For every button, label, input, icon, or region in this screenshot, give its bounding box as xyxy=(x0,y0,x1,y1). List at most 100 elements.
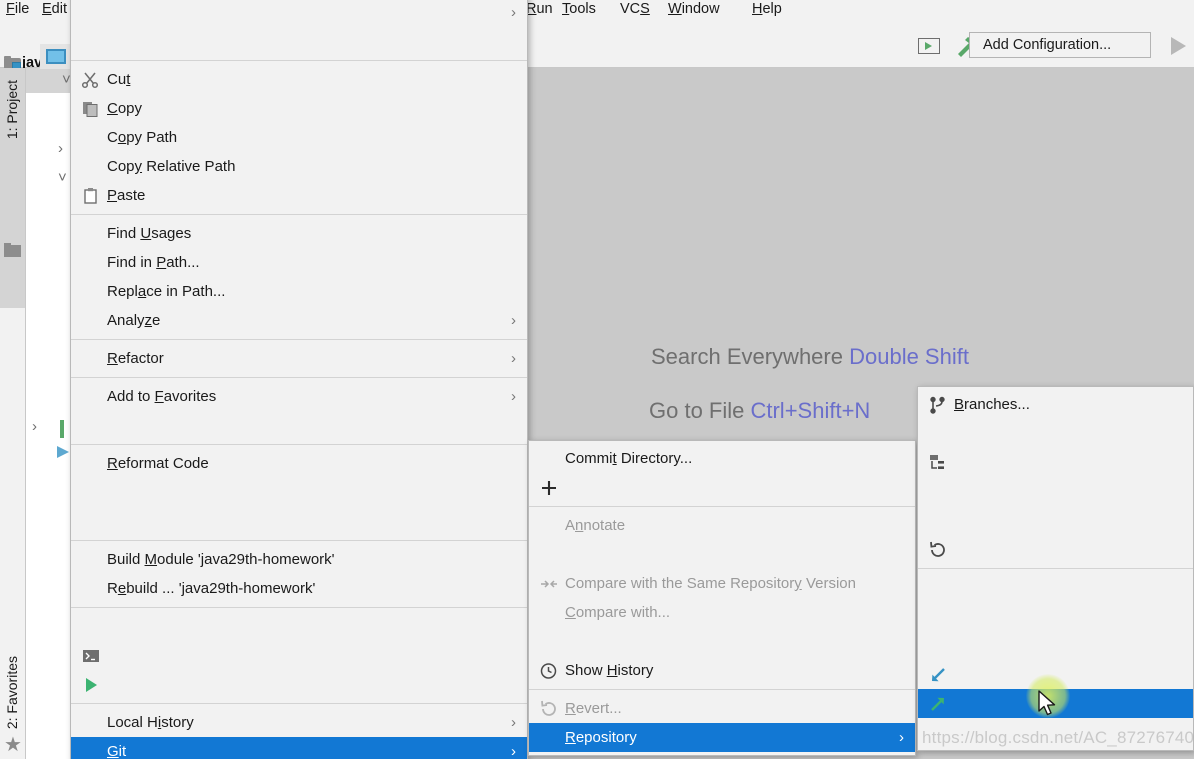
menu-item-rebuild-java29th-homework[interactable]: Rebuild ... 'java29th-homework' xyxy=(71,574,527,603)
menu-item-label: Analyze xyxy=(107,312,161,329)
menu-item-label: Add to Favorites xyxy=(107,388,217,405)
menu-item-find-usages[interactable]: Find Usages xyxy=(71,219,527,248)
menu-item-replace-in-path[interactable]: Replace in Path... xyxy=(71,277,527,306)
menu-item-compare-with: Compare with... xyxy=(529,598,915,627)
hint-search-everywhere-text: Search Everywhere xyxy=(651,344,850,369)
menu-item-label: Find in Path... xyxy=(107,254,200,271)
menu-item-revert: Revert... xyxy=(529,694,915,723)
menubar-item-run[interactable]: Run xyxy=(526,1,553,17)
add-configuration-button[interactable]: Add Configuration... xyxy=(969,32,1151,58)
menu-item-copy-path[interactable]: Copy Path xyxy=(71,123,527,152)
menu-item-analyze[interactable]: Analyze › xyxy=(71,306,527,335)
menu-item-unstash-changes[interactable] xyxy=(918,506,1193,535)
repository-submenu[interactable]: Branches... xyxy=(917,386,1194,751)
menu-item-optimize-imports[interactable] xyxy=(71,478,527,507)
menubar-item-help[interactable]: Help xyxy=(752,1,782,17)
git-submenu[interactable]: Commit Directory... Annotate Compare with … xyxy=(528,440,916,756)
menu-item-tag[interactable] xyxy=(918,419,1193,448)
menu-item-find-in-path[interactable]: Find in Path... xyxy=(71,248,527,277)
menu-separator xyxy=(71,60,527,61)
menu-item-add-to-favorites[interactable]: Add to Favorites › xyxy=(71,382,527,411)
menubar-item-edit[interactable]: Edit xyxy=(42,1,67,17)
tree-expand-chevron-2[interactable]: ˅ xyxy=(58,169,67,186)
menu-item-remove-module[interactable] xyxy=(71,507,527,536)
pull-arrow-icon xyxy=(928,660,948,689)
submenu-chevron-icon: › xyxy=(511,312,516,329)
menu-item-label: Compare with the Same Repository Version xyxy=(565,575,856,592)
menu-item-add[interactable] xyxy=(529,473,915,502)
menu-item-compare-with-branch[interactable] xyxy=(529,627,915,656)
menu-item-add-framework-support[interactable] xyxy=(71,27,527,56)
menu-item-refactor[interactable]: Refactor › xyxy=(71,344,527,373)
menu-item-annotate: Annotate xyxy=(529,511,915,540)
copy-icon xyxy=(81,94,101,123)
menu-item-commit-directory[interactable]: Commit Directory... xyxy=(529,444,915,473)
menu-separator xyxy=(71,214,527,215)
menu-item-copy[interactable]: Copy xyxy=(71,94,527,123)
menubar-item-tools[interactable]: Tools xyxy=(562,1,596,17)
submenu-chevron-icon: › xyxy=(511,714,516,731)
menubar-item-file[interactable]: File xyxy=(6,1,29,17)
menu-item-label: Build Module 'java29th-homework' xyxy=(107,551,335,568)
menu-item-reset-head[interactable] xyxy=(918,535,1193,564)
menu-item-local-history[interactable]: Local History › xyxy=(71,708,527,737)
menu-item-build-module-java29th-homework[interactable]: Build Module 'java29th-homework' xyxy=(71,545,527,574)
menu-item-remotes[interactable] xyxy=(918,573,1193,602)
menu-item-rebase[interactable] xyxy=(918,718,1193,747)
submenu-chevron-icon: › xyxy=(511,743,516,759)
menubar-item-vcs[interactable]: VCS xyxy=(620,1,650,17)
menu-item-new[interactable]: › xyxy=(71,0,527,27)
menu-item-show-current-revision xyxy=(529,540,915,569)
project-context-menu[interactable]: › Cut Copy Copy Path Copy Relative Path Paste… xyxy=(70,0,528,759)
menu-item-run-kotlin-scratch[interactable] xyxy=(71,670,527,699)
menu-item-stash-changes[interactable] xyxy=(918,477,1193,506)
menu-item-paste[interactable]: Paste xyxy=(71,181,527,210)
sidebar-item-favorites-label[interactable]: 2: Favorites xyxy=(4,656,20,729)
revert-undo-icon xyxy=(539,694,559,723)
menu-item-show-history[interactable]: Show History xyxy=(529,656,915,685)
compare-icon xyxy=(539,569,559,598)
menu-item-branches[interactable]: Branches... xyxy=(918,390,1193,419)
menu-item-clone[interactable] xyxy=(918,602,1193,631)
submenu-chevron-icon: › xyxy=(511,4,516,21)
menu-item-label: Branches... xyxy=(954,396,1030,413)
menu-item-label: Copy Relative Path xyxy=(107,158,236,175)
menu-separator xyxy=(71,339,527,340)
menu-item-cut[interactable]: Cut xyxy=(71,65,527,94)
menu-item-label: Compare with... xyxy=(565,604,671,621)
submenu-chevron-icon: › xyxy=(511,388,516,405)
folder-icon xyxy=(4,243,21,257)
cut-scissors-icon xyxy=(81,65,101,94)
menu-separator xyxy=(529,689,915,690)
run-play-icon[interactable] xyxy=(1171,37,1186,55)
menu-item-label: Repository xyxy=(565,729,637,746)
menu-item-label: Refactor xyxy=(107,350,164,367)
menu-item-show-in-explorer[interactable] xyxy=(71,612,527,641)
menu-item-merge-changes[interactable] xyxy=(918,448,1193,477)
menu-item-label: Cut xyxy=(107,71,131,88)
menu-separator xyxy=(918,568,1193,569)
menu-separator xyxy=(71,377,527,378)
hint-search-everywhere-key: Double Shift xyxy=(849,344,969,369)
hint-go-to-file-text: Go to File xyxy=(649,398,751,423)
menu-item-show-image-thumbnails[interactable] xyxy=(71,411,527,440)
menu-item-pull[interactable] xyxy=(918,660,1193,689)
menu-item-push[interactable] xyxy=(918,689,1193,718)
menu-item-open-in-terminal[interactable] xyxy=(71,641,527,670)
sidebar-item-project-label: 1: Project xyxy=(4,80,20,140)
hint-search-everywhere: Search Everywhere Double Shift xyxy=(651,344,969,370)
menu-item-reformat-code[interactable]: Reformat Code xyxy=(71,449,527,478)
left-tool-strip: 1: Project 2: Favorites ★ xyxy=(0,68,26,759)
clock-history-icon xyxy=(539,656,559,685)
menu-item-label: Reformat Code xyxy=(107,455,209,472)
tree-expand-chevron-1[interactable]: › xyxy=(58,140,63,157)
menubar-item-window[interactable]: Window xyxy=(668,1,720,17)
menu-item-git[interactable]: Git › xyxy=(71,737,527,759)
menu-item-copy-relative-path[interactable]: Copy Relative Path xyxy=(71,152,527,181)
menu-item-repository[interactable]: Repository › xyxy=(529,723,915,752)
tree-expand-chevron-3[interactable]: › xyxy=(32,418,37,435)
menu-item-compare-with-the-same-repository-version: Compare with the Same Repository Version xyxy=(529,569,915,598)
run-screen-icon[interactable] xyxy=(918,38,940,54)
merge-icon xyxy=(928,448,948,477)
menu-item-fetch[interactable] xyxy=(918,631,1193,660)
